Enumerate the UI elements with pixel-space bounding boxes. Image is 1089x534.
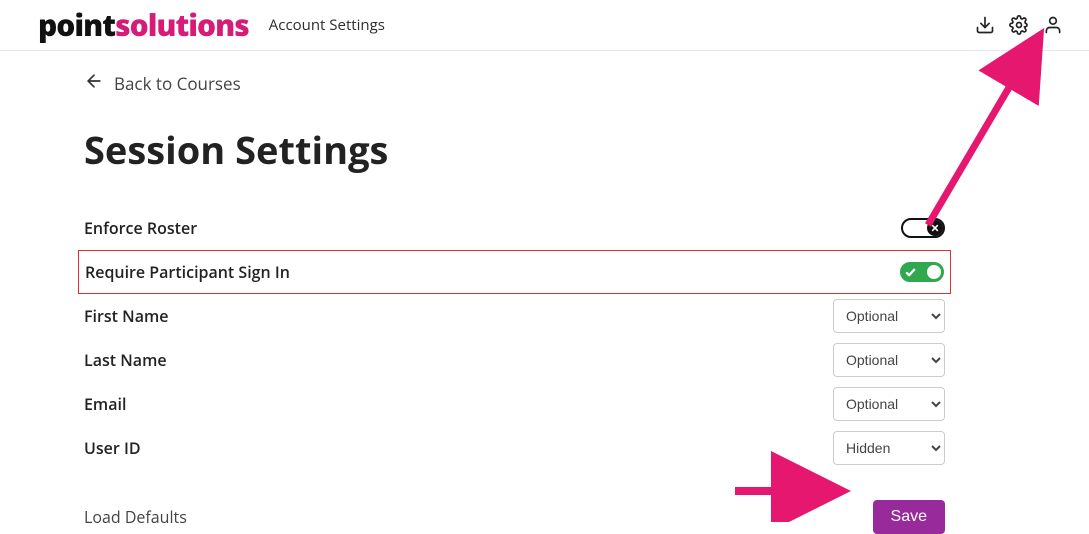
- setting-label: Last Name: [84, 349, 167, 371]
- require-signin-toggle[interactable]: [900, 262, 944, 282]
- header-icons: [975, 15, 1063, 35]
- logo: pointsolutions: [38, 10, 249, 40]
- footer-row: Load Defaults Save: [84, 500, 945, 534]
- setting-user-id: User ID Hidden: [84, 426, 945, 470]
- setting-label: First Name: [84, 305, 168, 327]
- save-button[interactable]: Save: [873, 500, 945, 534]
- toggle-knob: [927, 265, 941, 279]
- setting-last-name: Last Name Optional: [84, 338, 945, 382]
- toggle-knob: [927, 220, 943, 236]
- user-id-select[interactable]: Hidden: [833, 431, 945, 465]
- setting-first-name: First Name Optional: [84, 294, 945, 338]
- download-icon[interactable]: [975, 15, 995, 35]
- gear-icon[interactable]: [1009, 15, 1029, 35]
- load-defaults-link[interactable]: Load Defaults: [84, 506, 187, 528]
- setting-label: Email: [84, 393, 126, 415]
- content: Back to Courses Session Settings Enforce…: [0, 51, 1005, 534]
- setting-label: Require Participant Sign In: [85, 261, 290, 283]
- page-title: Session Settings: [84, 124, 945, 176]
- setting-label: User ID: [84, 437, 141, 459]
- setting-require-signin: Require Participant Sign In: [78, 250, 951, 294]
- back-link-label: Back to Courses: [114, 72, 241, 95]
- header-section-label: Account Settings: [269, 15, 385, 35]
- user-icon[interactable]: [1043, 15, 1063, 35]
- logo-part1: point: [38, 4, 115, 45]
- logo-part2: solutions: [115, 4, 249, 45]
- app-header: pointsolutions Account Settings: [0, 0, 1089, 51]
- back-to-courses-link[interactable]: Back to Courses: [84, 71, 241, 96]
- setting-enforce-roster: Enforce Roster: [84, 206, 945, 250]
- email-select[interactable]: Optional: [833, 387, 945, 421]
- check-icon: [905, 267, 916, 278]
- setting-email: Email Optional: [84, 382, 945, 426]
- first-name-select[interactable]: Optional: [833, 299, 945, 333]
- setting-label: Enforce Roster: [84, 217, 197, 239]
- header-left: pointsolutions Account Settings: [38, 10, 385, 40]
- arrow-left-icon: [84, 71, 104, 96]
- enforce-roster-toggle[interactable]: [901, 218, 945, 238]
- last-name-select[interactable]: Optional: [833, 343, 945, 377]
- settings-list: Enforce Roster Require Participant Sign …: [84, 206, 945, 470]
